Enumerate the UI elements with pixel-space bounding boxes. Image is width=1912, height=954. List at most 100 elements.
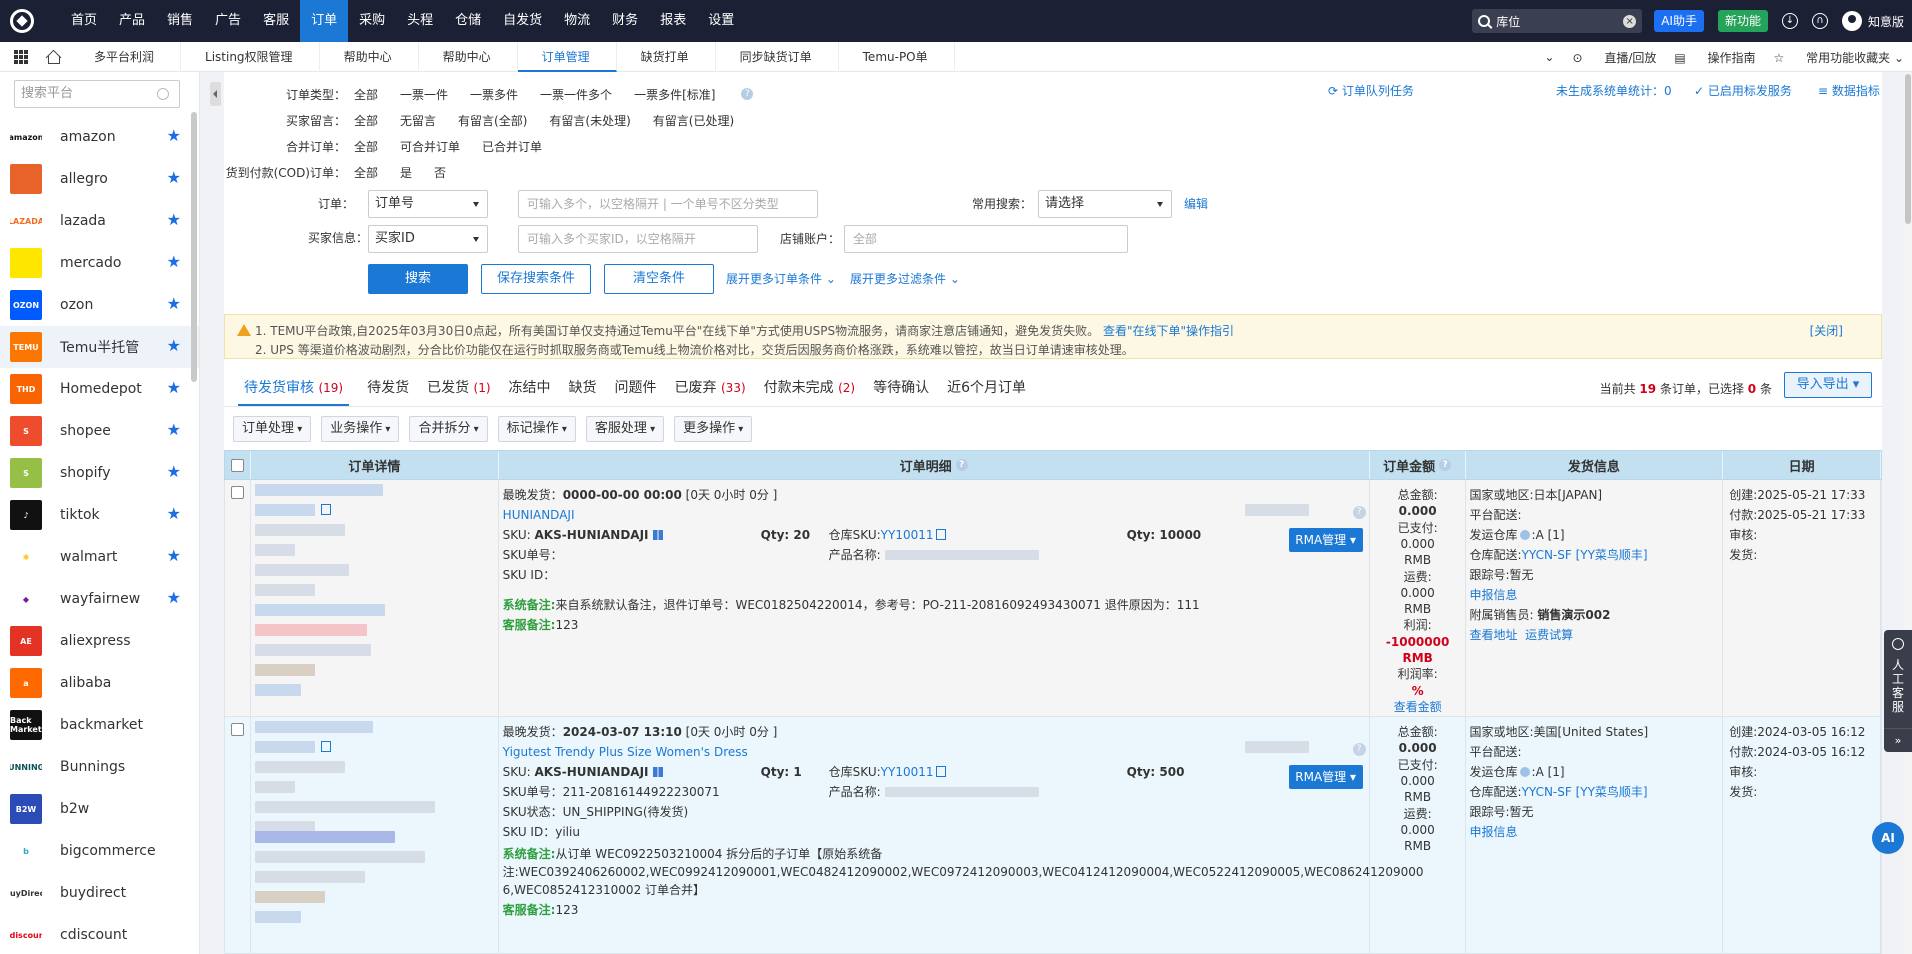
status-tab[interactable]: 近6个月订单 — [947, 372, 1026, 406]
order-type-select[interactable]: 订单号 — [368, 190, 488, 218]
sidebar-item-platform[interactable]: Sshopify ★ — [0, 452, 199, 494]
clear-conditions-button[interactable]: 清空条件 — [604, 264, 714, 294]
expand-order-conditions-link[interactable]: 展开更多订单条件 ⌄ — [726, 264, 836, 294]
filter-option[interactable]: 一票多件[标准] — [634, 86, 715, 103]
sidebar-item-platform[interactable]: mercado ★ — [0, 242, 199, 284]
sidebar-scrollbar[interactable] — [191, 112, 197, 382]
action-dropdown-button[interactable]: 更多操作 — [674, 416, 753, 442]
platform-search-input[interactable]: 搜索平台 — [14, 80, 180, 108]
avatar[interactable] — [1841, 11, 1862, 31]
filter-option[interactable]: 有留言(未处理) — [549, 112, 630, 129]
filter-option[interactable]: 全部 — [354, 112, 378, 129]
common-search-select[interactable]: 请选择 — [1038, 190, 1172, 218]
select-all-checkbox[interactable] — [230, 458, 244, 472]
app-grid-icon[interactable] — [14, 49, 28, 64]
sku-grid-icon[interactable] — [652, 767, 663, 777]
status-tab[interactable]: 待发货 — [367, 372, 409, 406]
shop-account-input[interactable]: 全部 — [844, 225, 1128, 253]
sidebar-item-platform[interactable]: ◆ wayfairnew ★ — [0, 578, 199, 620]
warehouse-sku-link[interactable]: YY10011 — [881, 528, 934, 542]
star-icon[interactable]: ★ — [167, 170, 181, 186]
tab[interactable]: 帮助中心 — [320, 41, 419, 72]
filter-option[interactable]: 全部 — [354, 86, 378, 103]
filter-option[interactable]: 是 — [400, 164, 412, 181]
action-dropdown-button[interactable]: 合并拆分 — [409, 416, 488, 442]
sidebar-item-platform[interactable]: ♪ tiktok ★ — [0, 494, 199, 536]
filter-option[interactable]: 否 — [434, 164, 446, 181]
filter-option[interactable]: 全部 — [354, 164, 378, 181]
service-enabled-link[interactable]: ✓ 已启用标发服务 — [1694, 82, 1792, 99]
filter-option[interactable]: 一票多件 — [470, 86, 518, 103]
edit-link[interactable]: 编辑 — [1184, 190, 1208, 218]
sidebar-item-platform[interactable]: Sshopee ★ — [0, 410, 199, 452]
view-address-link[interactable]: 查看地址 — [1470, 628, 1518, 642]
product-title-link[interactable]: Yigutest Trendy Plus Size Women's Dress — [503, 745, 748, 759]
nav-item[interactable]: 自发货 — [492, 0, 553, 42]
nav-item[interactable]: 首页 — [60, 0, 108, 42]
filter-option[interactable]: 有留言(全部) — [458, 112, 527, 129]
status-tab[interactable]: 已废弃 (33) — [675, 372, 746, 406]
download-icon[interactable]: ↓ — [1781, 13, 1798, 29]
copy-icon[interactable] — [320, 741, 331, 752]
rma-button[interactable]: RMA管理 ▾ — [1288, 765, 1363, 789]
buyer-type-select[interactable]: 买家ID — [368, 225, 488, 253]
nav-item[interactable]: 财务 — [601, 0, 649, 42]
double-chevron-icon[interactable]: » — [1884, 728, 1912, 752]
global-search-input[interactable]: 库位 — [1496, 13, 1520, 30]
status-tab[interactable]: 付款未完成 (2) — [764, 372, 855, 406]
sidebar-item-platform[interactable]: TEMU Temu半托管 ★ — [0, 326, 199, 368]
star-icon[interactable]: ★ — [167, 254, 181, 270]
nav-item[interactable]: 销售 — [156, 0, 204, 42]
notice-close-link[interactable]: [关闭] — [1810, 322, 1843, 339]
copy-icon[interactable] — [320, 504, 331, 515]
filter-option[interactable]: 无留言 — [400, 112, 436, 129]
order-checkbox[interactable] — [231, 486, 244, 499]
help-icon[interactable]: ? — [741, 88, 754, 100]
sidebar-item-platform[interactable]: Back Market backmarket — [0, 704, 199, 746]
filter-option[interactable]: 全部 — [354, 138, 378, 155]
order-checkbox[interactable] — [231, 723, 244, 736]
declare-info-link[interactable]: 申报信息 — [1470, 825, 1518, 839]
expand-filter-conditions-link[interactable]: 展开更多过滤条件 ⌄ — [850, 264, 960, 294]
star-icon[interactable]: ★ — [167, 590, 181, 606]
status-tab[interactable]: 已发货 (1) — [427, 372, 490, 406]
nav-item[interactable]: 客服 — [252, 0, 300, 42]
copy-icon[interactable] — [935, 529, 946, 540]
nav-item[interactable]: 仓储 — [444, 0, 492, 42]
info-icon[interactable] — [1519, 530, 1530, 540]
product-title-link[interactable]: HUNIANDAJI — [503, 508, 575, 522]
sidebar-item-platform[interactable]: ✱ walmart ★ — [0, 536, 199, 578]
global-search[interactable]: 库位 × — [1472, 9, 1643, 33]
sidebar-item-platform[interactable]: THD Homedepot ★ — [0, 368, 199, 410]
filter-option[interactable]: 一票一件 — [400, 86, 448, 103]
help-icon[interactable]: ? — [955, 459, 968, 471]
help-icon[interactable]: ? — [1352, 506, 1366, 519]
status-tab[interactable]: 缺货 — [569, 372, 597, 406]
tab[interactable]: 帮助中心 — [419, 41, 518, 72]
sidebar-item-platform[interactable]: OZON ozon ★ — [0, 284, 199, 326]
nav-item[interactable]: 订单 — [300, 0, 349, 42]
star-icon[interactable]: ★ — [167, 506, 181, 522]
star-icon[interactable]: ★ — [167, 128, 181, 144]
import-export-button[interactable]: 导入导出 ▾ — [1784, 372, 1872, 398]
sidebar-item-platform[interactable]: allegro ★ — [0, 158, 199, 200]
tab[interactable]: Temu-PO单 — [839, 41, 955, 72]
status-tab[interactable]: 问题件 — [615, 372, 657, 406]
view-amount-link[interactable]: 查看金额 — [1370, 700, 1466, 714]
sidebar-item-platform[interactable]: LAZADA lazada ★ — [0, 200, 199, 242]
tabs-dropdown-icon[interactable]: ⌄ — [1544, 50, 1554, 64]
tab[interactable]: 多平台利润 — [70, 41, 182, 72]
sidebar-item-platform[interactable]: B2W b2w — [0, 788, 199, 830]
favorites-link[interactable]: ☆ 常用功能收藏夹 ⌄ — [1774, 49, 1904, 66]
tab[interactable]: Listing权限管理 — [181, 41, 320, 72]
nav-item[interactable]: 设置 — [697, 0, 745, 42]
tab[interactable]: 同步缺货订单 — [716, 41, 839, 72]
copy-icon[interactable] — [935, 766, 946, 777]
action-dropdown-button[interactable]: 订单处理 — [233, 416, 312, 442]
star-icon[interactable]: ★ — [167, 296, 181, 312]
app-logo[interactable] — [0, 0, 44, 42]
sku-grid-icon[interactable] — [652, 530, 663, 540]
nav-item[interactable]: 报表 — [649, 0, 697, 42]
status-tab[interactable]: 等待确认 — [873, 372, 929, 406]
nav-item[interactable]: 产品 — [108, 0, 156, 42]
